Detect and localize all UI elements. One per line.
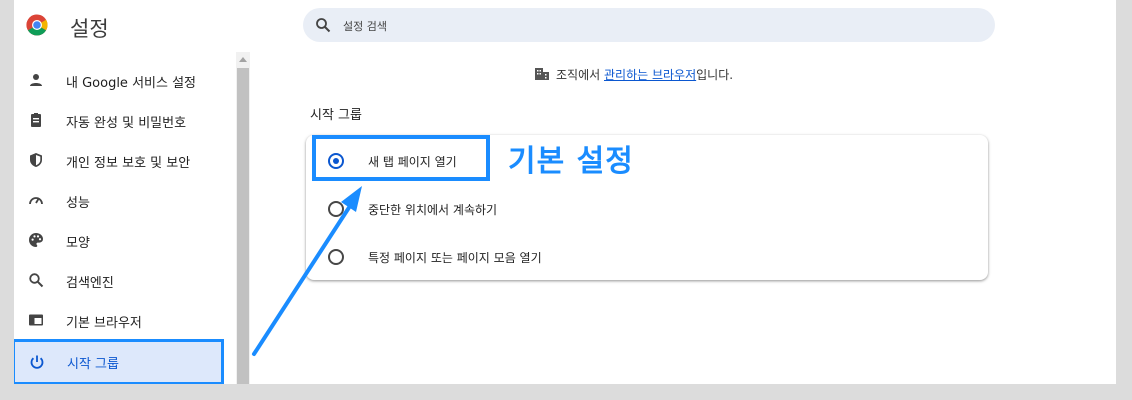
sidebar-item-on-startup[interactable]: 시작 그룹 (14, 339, 224, 384)
sidebar-item-appearance[interactable]: 모양 (14, 220, 230, 260)
building-icon (535, 68, 549, 80)
top-bar: 설정 (14, 0, 1116, 52)
notice-prefix: 조직에서 (556, 68, 601, 82)
annotation-highlight-box (312, 135, 490, 181)
person-icon (30, 74, 42, 86)
managed-notice: 조직에서 관리하는 브라우저입니다. (534, 66, 733, 83)
sidebar-item-label: 모양 (66, 236, 90, 251)
managed-browser-link[interactable]: 관리하는 브라우저 (604, 68, 696, 82)
startup-option-specific-pages[interactable]: 특정 페이지 또는 페이지 모음 열기 (306, 233, 988, 281)
option-label: 특정 페이지 또는 페이지 모음 열기 (368, 251, 542, 265)
notice-suffix: 입니다. (696, 68, 734, 82)
chrome-logo-icon (26, 14, 48, 36)
annotation-callout: 기본 설정 (508, 144, 634, 179)
section-title: 시작 그룹 (310, 108, 362, 123)
power-icon (30, 355, 44, 369)
radio-button[interactable] (328, 201, 344, 217)
sidebar-item-autofill[interactable]: 자동 완성 및 비밀번호 (14, 100, 230, 140)
sidebar-item-label: 성능 (66, 196, 90, 211)
sidebar-item-label: 기본 브라우저 (66, 316, 142, 331)
sidebar-item-performance[interactable]: 성능 (14, 180, 230, 220)
option-label: 중단한 위치에서 계속하기 (368, 203, 498, 217)
browser-icon (29, 314, 43, 326)
sidebar-item-label: 시작 그룹 (67, 357, 119, 372)
shield-icon (30, 153, 42, 167)
sidebar-item-label: 자동 완성 및 비밀번호 (66, 116, 187, 131)
sidebar-item-google-services[interactable]: 내 Google 서비스 설정 (14, 60, 230, 100)
sidebar-scrollbar[interactable] (236, 52, 250, 384)
search-icon (316, 18, 331, 33)
clipboard-icon (31, 113, 41, 127)
speedometer-icon (29, 197, 43, 205)
sidebar-item-default-browser[interactable]: 기본 브라우저 (14, 300, 230, 340)
search-bar[interactable] (303, 8, 995, 42)
radio-button[interactable] (328, 249, 344, 265)
startup-option-continue[interactable]: 중단한 위치에서 계속하기 (306, 185, 988, 233)
scroll-up-arrow-icon[interactable] (239, 57, 247, 62)
palette-icon (29, 233, 44, 247)
sidebar-item-privacy[interactable]: 개인 정보 보호 및 보안 (14, 140, 230, 180)
scrollbar-thumb[interactable] (237, 68, 249, 384)
sidebar-item-label: 검색엔진 (66, 276, 114, 291)
sidebar-item-search-engine[interactable]: 검색엔진 (14, 260, 230, 300)
search-input[interactable] (341, 16, 945, 36)
search-icon (29, 273, 44, 288)
sidebar: 내 Google 서비스 설정 자동 완성 및 비밀번호 개인 정보 보호 및 … (14, 52, 236, 384)
settings-window: 설정 내 Google 서비스 설정 자동 완성 및 비밀번호 (14, 0, 1116, 384)
sidebar-item-label: 개인 정보 보호 및 보안 (66, 156, 191, 171)
page-title: 설정 (70, 17, 109, 41)
sidebar-item-label: 내 Google 서비스 설정 (66, 76, 196, 91)
